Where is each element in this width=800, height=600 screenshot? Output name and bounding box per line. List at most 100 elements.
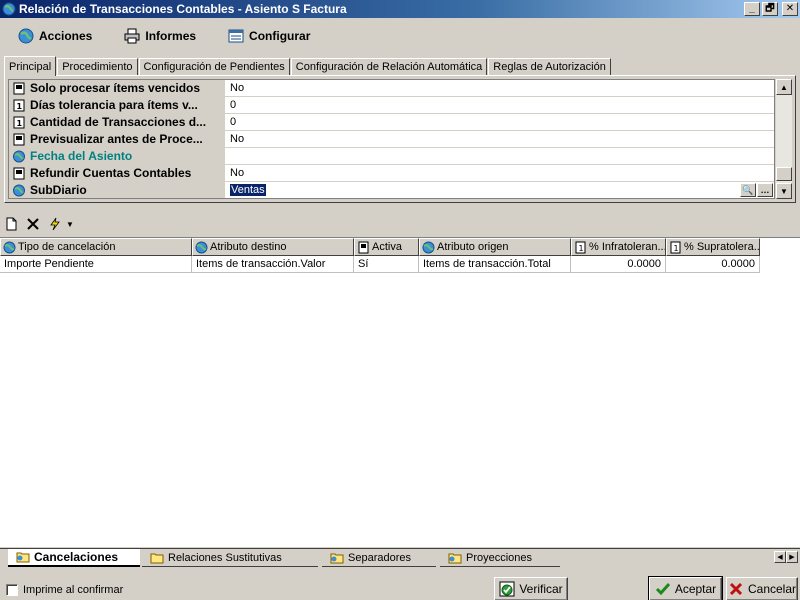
property-grid: Solo procesar ítems vencidos No 1 Días t… xyxy=(8,79,775,199)
lookup-button[interactable]: 🔍 xyxy=(740,183,756,197)
property-value[interactable]: No xyxy=(226,131,774,147)
imprime-label: Imprime al confirmar xyxy=(23,584,124,596)
property-row[interactable]: Refundir Cuentas Contables No xyxy=(9,165,774,182)
globe-icon xyxy=(3,241,16,253)
document-icon xyxy=(13,167,25,179)
numeric-field-icon: 1 xyxy=(575,241,586,253)
folder-icon xyxy=(448,553,462,563)
aceptar-button[interactable]: Aceptar xyxy=(648,576,723,600)
property-row[interactable]: Fecha del Asiento xyxy=(9,148,774,165)
svg-text:1: 1 xyxy=(674,244,679,253)
dropdown-arrow-icon[interactable]: ▼ xyxy=(66,220,74,229)
grid-toolbar: ▼ xyxy=(4,213,74,235)
folder-icon xyxy=(150,553,164,563)
numeric-field-icon: 1 xyxy=(13,116,25,128)
menu-bar: Acciones Informes Configurar xyxy=(0,22,800,50)
cancelar-button[interactable]: Cancelar xyxy=(726,577,798,600)
property-row[interactable]: 1 Cantidad de Transacciones d... 0 xyxy=(9,114,774,131)
menu-acciones[interactable]: Acciones xyxy=(18,28,92,44)
folder-icon xyxy=(16,552,30,563)
tab-scroll-left-icon[interactable]: ◀ xyxy=(774,551,786,563)
property-name: Refundir Cuentas Contables xyxy=(30,166,192,180)
column-header[interactable]: Atributo origen xyxy=(419,238,571,256)
x-icon xyxy=(729,582,743,596)
property-row-selected[interactable]: SubDiario Ventas 🔍 … xyxy=(9,182,774,198)
new-document-icon[interactable] xyxy=(4,217,18,231)
tab-relaciones-sustitutivas[interactable]: Relaciones Sustitutivas xyxy=(142,549,318,567)
tab-reglas-autorizacion[interactable]: Reglas de Autorización xyxy=(488,58,611,75)
globe-icon xyxy=(195,241,208,253)
property-value[interactable]: 0 xyxy=(226,114,774,130)
column-header[interactable]: Activa xyxy=(354,238,419,256)
svg-text:1: 1 xyxy=(579,244,584,253)
scroll-down-arrow-icon[interactable]: ▼ xyxy=(776,183,792,199)
title-bar: Relación de Transacciones Contables - As… xyxy=(0,0,800,18)
globe-icon xyxy=(422,241,435,253)
property-name: Cantidad de Transacciones d... xyxy=(30,115,207,129)
column-header[interactable]: Tipo de cancelación xyxy=(0,238,192,256)
numeric-field-icon: 1 xyxy=(13,99,25,111)
delete-icon[interactable] xyxy=(26,217,40,231)
property-name: Días tolerancia para ítems v... xyxy=(30,98,198,112)
property-row[interactable]: Previsualizar antes de Proce... No xyxy=(9,131,774,148)
table-cell[interactable]: Items de transacción.Total xyxy=(419,256,571,273)
document-icon xyxy=(13,82,25,94)
imprime-checkbox[interactable] xyxy=(6,584,18,596)
property-value[interactable]: No xyxy=(226,165,774,181)
globe-icon xyxy=(2,2,16,16)
property-name: Solo procesar ítems vencidos xyxy=(30,81,201,95)
column-header[interactable]: 1 % Infratoleran... xyxy=(571,238,666,256)
table-row[interactable]: Importe Pendiente Items de transacción.V… xyxy=(0,256,800,273)
tab-configuracion-pendientes[interactable]: Configuración de Pendientes xyxy=(138,58,290,75)
tab-procedimiento[interactable]: Procedimiento xyxy=(57,58,138,75)
scroll-thumb[interactable] xyxy=(776,167,792,181)
tab-principal[interactable]: Principal xyxy=(4,56,57,76)
tab-cancelaciones[interactable]: Cancelaciones xyxy=(8,549,140,567)
table-cell[interactable]: 0.0000 xyxy=(666,256,760,273)
restore-button[interactable]: 🗗 xyxy=(762,2,778,16)
property-value[interactable] xyxy=(226,148,774,164)
lightning-icon[interactable] xyxy=(48,217,62,231)
property-scrollbar[interactable]: ▲ ▼ xyxy=(776,79,792,199)
cancelaciones-grid: Tipo de cancelación Atributo destino Act… xyxy=(0,237,800,547)
shield-check-icon xyxy=(499,581,515,597)
column-header[interactable]: 1 % Supratolera... xyxy=(666,238,760,256)
property-value: Ventas xyxy=(230,184,266,196)
tab-proyecciones[interactable]: Proyecciones xyxy=(440,549,560,567)
close-button[interactable]: ✕ xyxy=(782,2,798,16)
table-cell[interactable]: Sí xyxy=(354,256,419,273)
column-header[interactable]: Atributo destino xyxy=(192,238,354,256)
tab-configuracion-relacion-automatica[interactable]: Configuración de Relación Automática xyxy=(290,58,488,75)
table-cell[interactable]: Items de transacción.Valor xyxy=(192,256,354,273)
tab-separadores[interactable]: Separadores xyxy=(322,549,436,567)
menu-configurar[interactable]: Configurar xyxy=(228,28,310,44)
svg-text:1: 1 xyxy=(17,102,23,111)
scroll-up-arrow-icon[interactable]: ▲ xyxy=(776,79,792,95)
tab-scroll-right-icon[interactable]: ▶ xyxy=(786,551,798,563)
property-value[interactable]: No xyxy=(226,80,774,96)
property-value[interactable]: 0 xyxy=(226,97,774,113)
folder-icon xyxy=(330,553,344,563)
tab-scroll-nav: ◀ ▶ xyxy=(774,551,798,563)
property-row[interactable]: 1 Días tolerancia para ítems v... 0 xyxy=(9,97,774,114)
globe-icon xyxy=(18,28,34,44)
verificar-button[interactable]: Verificar xyxy=(494,577,568,600)
property-row[interactable]: Solo procesar ítems vencidos No xyxy=(9,80,774,97)
list-settings-icon xyxy=(228,29,244,43)
document-icon xyxy=(13,133,25,145)
window-title: Relación de Transacciones Contables - As… xyxy=(19,2,347,16)
bottom-tab-strip: Cancelaciones Relaciones Sustitutivas Se… xyxy=(0,548,800,567)
table-cell[interactable]: 0.0000 xyxy=(571,256,666,273)
checkmark-icon xyxy=(655,583,670,596)
svg-text:1: 1 xyxy=(17,119,23,128)
menu-informes[interactable]: Informes xyxy=(124,28,196,44)
minimize-button[interactable]: _ xyxy=(744,2,760,16)
imprime-checkbox-group[interactable]: Imprime al confirmar xyxy=(6,584,123,596)
property-name: SubDiario xyxy=(30,183,87,197)
magnifier-icon: 🔍 xyxy=(742,184,754,195)
grid-header: Tipo de cancelación Atributo destino Act… xyxy=(0,238,800,256)
globe-icon xyxy=(13,184,25,196)
ellipsis-button[interactable]: … xyxy=(757,183,773,197)
subdiario-input[interactable]: Ventas 🔍 … xyxy=(226,182,774,198)
table-cell[interactable]: Importe Pendiente xyxy=(0,256,192,273)
